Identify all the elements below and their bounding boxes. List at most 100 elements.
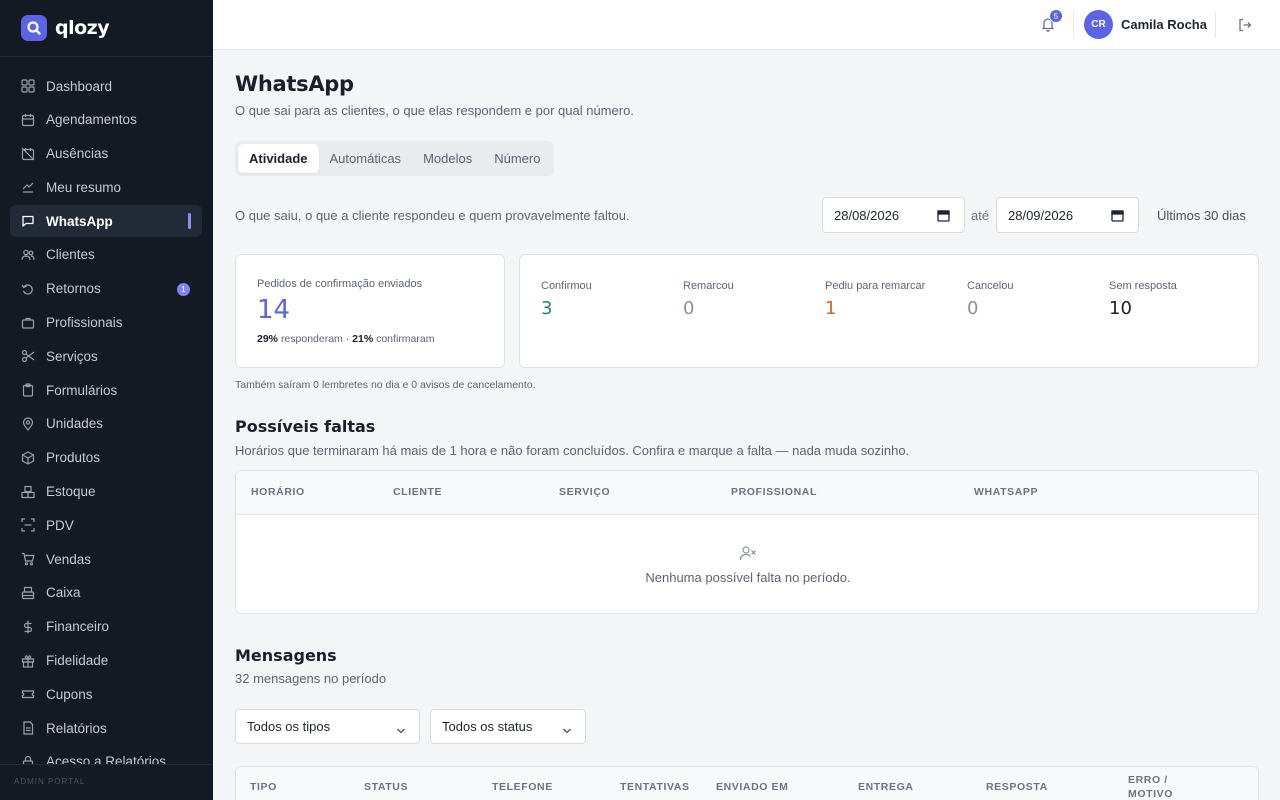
sidebar-item-label: Meu resumo xyxy=(46,179,122,195)
sidebar-item-label: Cupons xyxy=(46,686,93,702)
column-header[interactable]: ERRO / MOTIVO xyxy=(1128,773,1188,800)
clipboard-icon xyxy=(21,383,35,397)
column-header[interactable]: ENVIADO EM xyxy=(716,781,789,793)
sidebar-item-dashboard[interactable]: Dashboard xyxy=(10,70,202,102)
sidebar-item-label: Retornos xyxy=(46,281,101,297)
table-header: TIPO STATUS TELEFONE TENTATIVAS ENVIADO … xyxy=(236,767,1258,800)
sidebar-item-estoque[interactable]: Estoque xyxy=(10,476,202,508)
tab-bar: Atividade Automáticas Modelos Número xyxy=(235,141,555,176)
sidebar-item-caixa[interactable]: Caixa xyxy=(10,577,202,609)
sidebar-item-financeiro[interactable]: Financeiro xyxy=(10,611,202,643)
tab-modelos[interactable]: Modelos xyxy=(412,144,483,173)
rate-separator: · xyxy=(345,333,350,345)
tab-atividade[interactable]: Atividade xyxy=(238,144,319,173)
sidebar-item-pdv[interactable]: PDV xyxy=(10,509,202,541)
sidebar-item-label: PDV xyxy=(46,517,74,533)
stat-cancelou: Cancelou 0 xyxy=(967,280,1013,319)
sidebar-item-clientes[interactable]: Clientes xyxy=(10,239,202,271)
logo-icon xyxy=(21,15,47,41)
sidebar-item-label: Produtos xyxy=(46,450,101,466)
sidebar-item-servicos[interactable]: Serviços xyxy=(10,340,202,372)
brand-name: qlozy xyxy=(55,17,110,39)
user-name[interactable]: Camila Rocha xyxy=(1121,17,1207,32)
empty-state-text: Nenhuma possível falta no período. xyxy=(645,570,851,585)
gift-icon xyxy=(21,654,35,668)
chat-icon xyxy=(21,214,35,228)
range-label: Últimos 30 dias xyxy=(1157,208,1246,223)
calendar-off-icon xyxy=(21,147,35,161)
stat-label: Confirmou xyxy=(541,280,592,292)
boxes-icon xyxy=(21,485,35,499)
column-header[interactable]: TIPO xyxy=(250,781,277,793)
column-header[interactable]: SERVIÇO xyxy=(559,486,610,498)
retornos-badge: 1 xyxy=(177,282,190,296)
date-to-input[interactable]: 28/09/2026 xyxy=(996,197,1139,233)
tab-numero[interactable]: Número xyxy=(483,144,551,173)
sidebar-item-fidelidade[interactable]: Fidelidade xyxy=(10,645,202,677)
logout-icon[interactable] xyxy=(1237,17,1253,33)
calendar-icon[interactable] xyxy=(1111,209,1124,222)
sidebar-item-relatorios[interactable]: Relatórios xyxy=(10,712,202,744)
returns-icon xyxy=(21,282,35,296)
sidebar-item-label: Serviços xyxy=(46,348,98,364)
location-pin-icon xyxy=(21,417,35,431)
stat-label: Remarcou xyxy=(683,280,734,292)
no-shows-subtitle: Horários que terminaram há mais de 1 hor… xyxy=(235,443,910,458)
table-header: HORÁRIO CLIENTE SERVIÇO PROFISSIONAL WHA… xyxy=(236,471,1258,515)
sidebar-item-cupons[interactable]: Cupons xyxy=(10,678,202,710)
brand[interactable]: qlozy xyxy=(0,0,213,57)
sidebar-item-ausencias[interactable]: Ausências xyxy=(10,138,202,170)
topbar-divider xyxy=(1215,12,1216,38)
briefcase-icon xyxy=(21,316,35,330)
sidebar-nav: Dashboard Agendamentos Ausências Meu res… xyxy=(10,70,202,780)
column-header[interactable]: STATUS xyxy=(364,781,408,793)
sidebar-item-label: Vendas xyxy=(46,551,92,567)
sidebar-item-label: Agendamentos xyxy=(46,112,137,128)
sidebar-item-retornos[interactable]: Retornos 1 xyxy=(10,273,202,305)
dashboard-icon xyxy=(21,79,35,93)
stat-label: Pediu para remarcar xyxy=(825,280,926,292)
sidebar-item-label: Financeiro xyxy=(46,619,110,635)
user-x-icon xyxy=(739,544,757,562)
column-header[interactable]: HORÁRIO xyxy=(251,486,305,498)
status-filter-value: Todos os status xyxy=(442,719,533,734)
chevron-down-icon xyxy=(562,723,572,734)
notification-badge: 5 xyxy=(1049,9,1063,23)
sidebar-item-profissionais[interactable]: Profissionais xyxy=(10,307,202,339)
sidebar-item-label: Unidades xyxy=(46,416,104,432)
sidebar-item-produtos[interactable]: Produtos xyxy=(10,442,202,474)
calendar-icon[interactable] xyxy=(937,209,950,222)
stat-value: 3 xyxy=(541,298,553,319)
responded-label: responderam xyxy=(280,333,343,345)
summary-note: Também saíram 0 lembretes no dia e 0 avi… xyxy=(235,379,536,391)
avatar[interactable]: CR xyxy=(1084,10,1113,39)
sidebar-item-label: Estoque xyxy=(46,484,96,500)
column-header[interactable]: TELEFONE xyxy=(492,781,553,793)
date-from-input[interactable]: 28/08/2026 xyxy=(822,197,965,233)
sidebar-item-formularios[interactable]: Formulários xyxy=(10,374,202,406)
sidebar-footer: ADMIN PORTAL xyxy=(0,764,213,800)
column-header[interactable]: TENTATIVAS xyxy=(620,781,690,793)
column-header[interactable]: ENTREGA xyxy=(858,781,914,793)
tab-automaticas[interactable]: Automáticas xyxy=(319,144,413,173)
sent-value: 14 xyxy=(257,295,291,325)
sidebar-item-label: Caixa xyxy=(46,585,81,601)
sidebar-item-agendamentos[interactable]: Agendamentos xyxy=(10,104,202,136)
sidebar-item-unidades[interactable]: Unidades xyxy=(10,408,202,440)
scan-icon xyxy=(21,518,35,532)
column-header[interactable]: CLIENTE xyxy=(393,486,442,498)
sidebar-item-vendas[interactable]: Vendas xyxy=(10,543,202,575)
sidebar-item-whatsapp[interactable]: WhatsApp xyxy=(10,205,202,238)
type-filter-select[interactable]: Todos os tipos xyxy=(235,709,420,744)
cash-register-icon xyxy=(21,586,35,600)
topbar-divider xyxy=(1073,12,1074,38)
page-scrollbar[interactable] xyxy=(1269,50,1280,800)
sidebar-item-meu-resumo[interactable]: Meu resumo xyxy=(10,171,202,203)
column-header[interactable]: RESPOSTA xyxy=(986,781,1048,793)
confirmed-label: confirmaram xyxy=(376,333,435,345)
sent-label: Pedidos de confirmação enviados xyxy=(257,278,423,290)
sidebar-item-label: Formulários xyxy=(46,382,118,398)
column-header[interactable]: WHATSAPP xyxy=(974,486,1038,498)
column-header[interactable]: PROFISSIONAL xyxy=(731,486,817,498)
status-filter-select[interactable]: Todos os status xyxy=(430,709,586,744)
